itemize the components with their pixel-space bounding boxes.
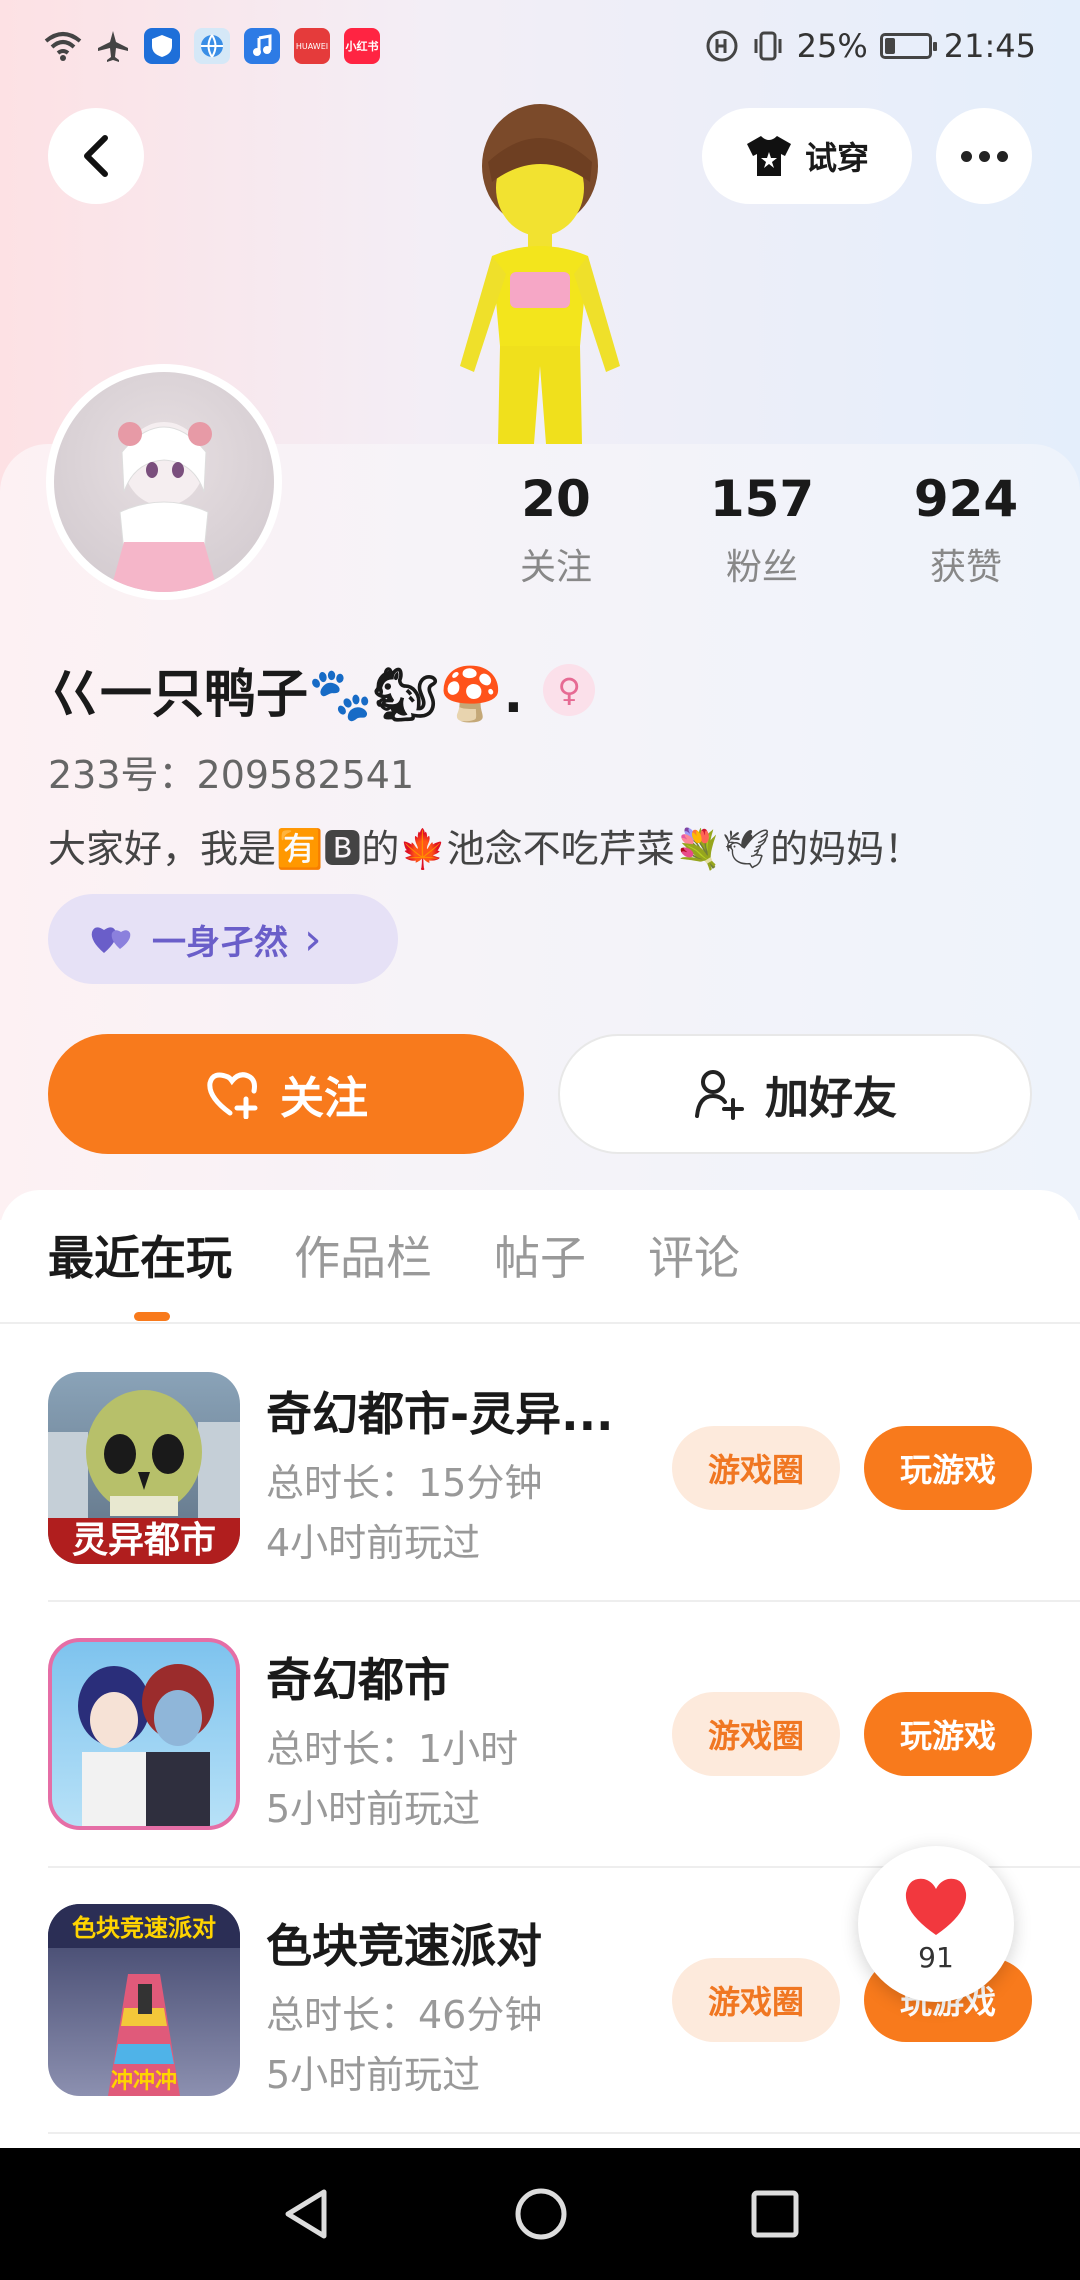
- battery-percentage: 25%: [796, 27, 868, 65]
- female-gender-icon: ♀: [543, 663, 596, 716]
- game-last-played: 4小时前玩过: [266, 1521, 481, 1565]
- more-options-button[interactable]: [936, 108, 1032, 204]
- follow-button[interactable]: 关注: [48, 1034, 524, 1154]
- nickname-row: 巜一只鸭子🐾🐿🍄. ♀: [48, 652, 596, 727]
- game-icon-color-race[interactable]: 色块竞速派对 冲冲冲: [48, 1904, 240, 2096]
- more-dots-icon: [960, 150, 1008, 162]
- likes-received-count: 924: [913, 470, 1019, 528]
- heart-icon: [905, 1878, 967, 1935]
- tshirt-icon: [746, 136, 791, 176]
- globe-app-icon: [194, 28, 230, 64]
- relationship-tag-button[interactable]: 一身孑然 ›: [48, 894, 398, 984]
- wifi-icon: [44, 32, 82, 61]
- bio: 大家好，我是🈶🅱的🍁池念不吃芹菜💐🕊的妈妈！: [48, 827, 923, 871]
- chevron-right-icon: ›: [304, 913, 322, 965]
- status-bar: HUAWEI 小红书 25% 21:45: [0, 0, 1080, 92]
- game-duration: 总时长：15分钟: [266, 1461, 543, 1505]
- airplane-mode-icon: [98, 31, 128, 62]
- game-circle-button[interactable]: 游戏圈: [672, 1692, 840, 1776]
- dressup-3d-avatar[interactable]: [430, 96, 650, 444]
- try-on-label: 试穿: [804, 139, 869, 177]
- recents-square-icon[interactable]: [750, 2189, 800, 2239]
- heart-plus-icon: [207, 1072, 258, 1119]
- hearts-icon: [91, 927, 131, 953]
- game-icon-label-2: 冲冲冲: [111, 2069, 177, 2094]
- avatar[interactable]: [46, 364, 282, 600]
- game-title: 色块竞速派对: [266, 1919, 542, 1973]
- following-count: 20: [521, 470, 591, 528]
- redbook-app-icon: 小红书: [344, 28, 380, 64]
- stat-likes[interactable]: 924 获赞: [866, 470, 1066, 590]
- shield-app-icon: [144, 28, 180, 64]
- game-row[interactable]: 奇幻都市 总时长：1小时 5小时前玩过 游戏圈 玩游戏: [48, 1638, 1032, 1831]
- like-count: 91: [918, 1940, 954, 1974]
- tab-posts[interactable]: 帖子: [494, 1222, 586, 1288]
- add-person-icon: [695, 1070, 744, 1120]
- play-game-button[interactable]: 玩游戏: [864, 1692, 1032, 1776]
- user-id: 233号：209582541: [48, 753, 415, 797]
- stat-fans[interactable]: 157 粉丝: [662, 470, 862, 590]
- game-icon-label: 色块竞速派对: [72, 1914, 216, 1942]
- clock: 21:45: [943, 27, 1036, 65]
- huawei-mail-app-icon: HUAWEI: [294, 28, 330, 64]
- game-icon-fantasy-city[interactable]: [48, 1638, 240, 1830]
- back-button[interactable]: [48, 108, 144, 204]
- stat-following[interactable]: 20 关注: [456, 470, 656, 590]
- floating-like-button[interactable]: 91: [858, 1846, 1014, 2002]
- add-friend-button[interactable]: 加好友: [558, 1034, 1032, 1154]
- music-app-icon: [244, 28, 280, 64]
- game-circle-button[interactable]: 游戏圈: [672, 1958, 840, 2042]
- active-tab-indicator: [134, 1312, 170, 1321]
- system-navigation-bar: [0, 2148, 1080, 2280]
- vibrate-icon: [754, 31, 782, 61]
- game-duration: 总时长：46分钟: [266, 1993, 543, 2037]
- try-on-button[interactable]: 试穿: [702, 108, 912, 204]
- fans-count: 157: [709, 470, 815, 528]
- game-row[interactable]: 灵异都市 奇幻都市-灵异... 总时长：15分钟 4小时前玩过 游戏圈 玩游戏: [48, 1372, 1032, 1565]
- nickname: 巜一只鸭子🐾🐿🍄.: [48, 665, 524, 725]
- row-divider: [48, 1600, 1080, 1602]
- following-label: 关注: [519, 547, 592, 588]
- hd-call-icon: [706, 30, 738, 62]
- fans-label: 粉丝: [725, 547, 798, 588]
- tab-works[interactable]: 作品栏: [294, 1222, 432, 1288]
- add-friend-label: 加好友: [765, 1073, 897, 1124]
- back-triangle-icon[interactable]: [280, 2186, 332, 2242]
- game-duration: 总时长：1小时: [266, 1727, 519, 1771]
- follow-label: 关注: [280, 1073, 368, 1124]
- game-last-played: 5小时前玩过: [266, 1787, 481, 1831]
- tab-recently-played[interactable]: 最近在玩: [48, 1222, 232, 1288]
- battery-icon: [879, 33, 937, 59]
- relationship-tag-label: 一身孑然: [152, 922, 288, 963]
- chevron-left-icon: [84, 135, 108, 177]
- tabs-divider: [0, 1322, 1080, 1324]
- game-title: 奇幻都市-灵异...: [266, 1387, 614, 1441]
- game-icon-label: 灵异都市: [72, 1520, 216, 1561]
- game-last-played: 5小时前玩过: [266, 2053, 481, 2097]
- likes-received-label: 获赞: [929, 547, 1002, 588]
- game-circle-button[interactable]: 游戏圈: [672, 1426, 840, 1510]
- tab-comments[interactable]: 评论: [648, 1222, 740, 1288]
- play-game-button[interactable]: 玩游戏: [864, 1426, 1032, 1510]
- game-icon-ghost-city[interactable]: 灵异都市: [48, 1372, 240, 1564]
- row-divider: [48, 2132, 1080, 2134]
- profile-tabs: 最近在玩 作品栏 帖子 评论: [48, 1222, 740, 1288]
- home-circle-icon[interactable]: [513, 2186, 569, 2242]
- game-title: 奇幻都市: [266, 1653, 450, 1707]
